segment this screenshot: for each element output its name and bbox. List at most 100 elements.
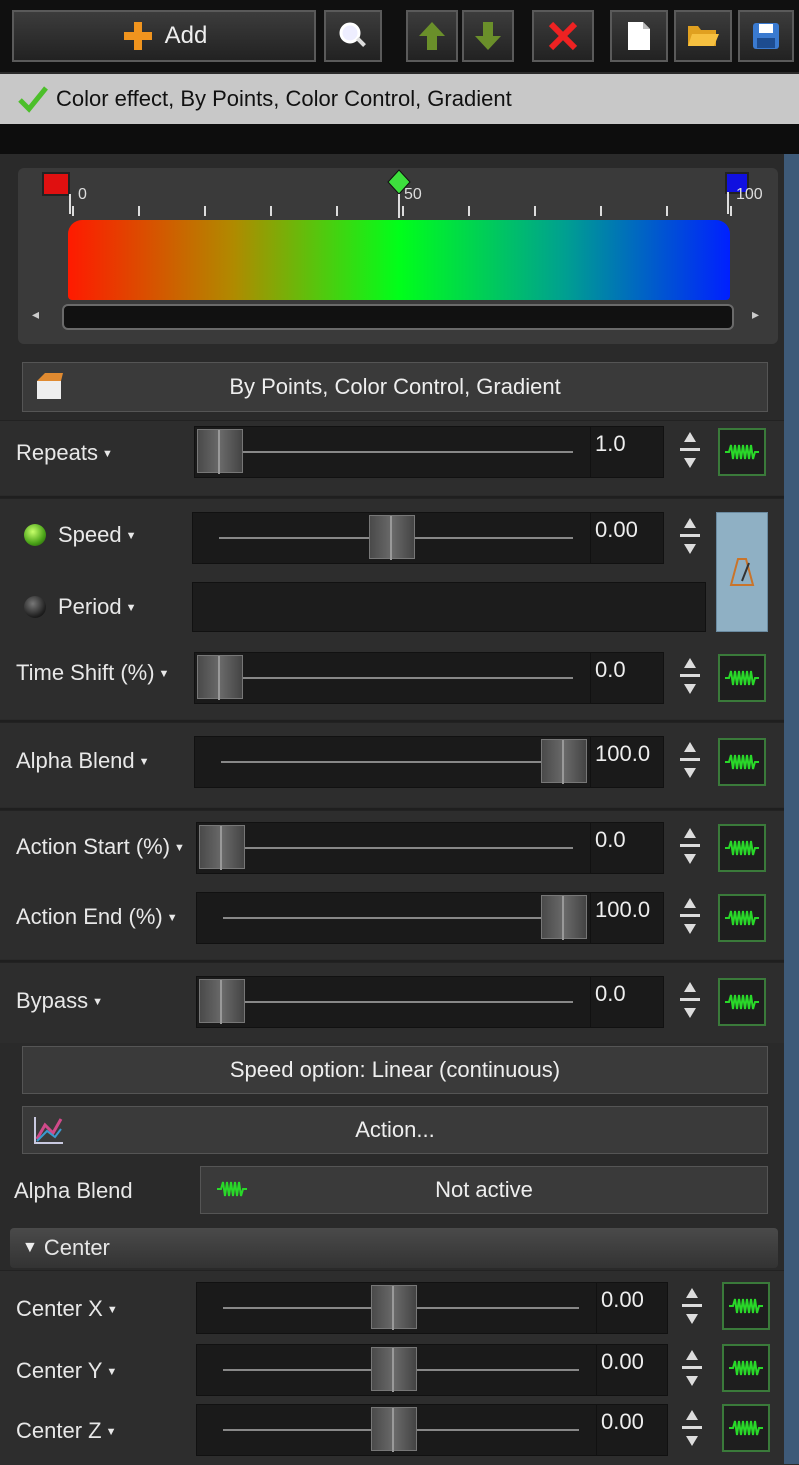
action-end-spinner[interactable] — [676, 896, 704, 936]
metronome-button[interactable] — [716, 512, 768, 632]
slider-thumb[interactable] — [199, 979, 245, 1024]
dropdown-caret-icon: ▼ — [174, 842, 185, 855]
slider-thumb[interactable] — [199, 825, 245, 870]
arrow-down-icon — [475, 22, 501, 50]
action-end-value-box[interactable]: 100.0 — [590, 892, 664, 944]
slider-thumb[interactable] — [371, 1347, 417, 1392]
scroll-left-icon[interactable]: ◂ — [32, 306, 39, 323]
repeats-slider[interactable] — [194, 426, 592, 478]
delete-button[interactable] — [532, 10, 594, 62]
period-label[interactable]: Period ▼ — [58, 594, 136, 620]
period-radio[interactable] — [24, 596, 46, 618]
alpha-blend-status-label: Alpha Blend — [14, 1178, 133, 1203]
center-z-spinner[interactable] — [678, 1408, 706, 1448]
center-y-slider[interactable] — [196, 1344, 598, 1396]
speed-label[interactable]: Speed ▼ — [58, 522, 137, 548]
time-shift-slider[interactable] — [194, 652, 592, 704]
center-section-header[interactable]: ▼ Center — [10, 1228, 778, 1268]
toolbar: Add — [0, 0, 799, 72]
slider-thumb[interactable] — [371, 1407, 417, 1452]
time-shift-label[interactable]: Time Shift (%) ▼ — [16, 660, 169, 686]
repeats-value-box[interactable]: 1.0 — [590, 426, 664, 478]
speed-spinner[interactable] — [676, 516, 704, 556]
gradient-scrollbar[interactable] — [62, 304, 734, 330]
repeats-graph-button[interactable] — [718, 428, 766, 476]
alpha-blend-value-box[interactable]: 100.0 — [590, 736, 664, 788]
color-stop-red[interactable] — [40, 170, 74, 214]
alpha-blend-graph-button[interactable] — [718, 738, 766, 786]
center-z-slider[interactable] — [196, 1404, 598, 1456]
mode-button[interactable]: By Points, Color Control, Gradient — [22, 362, 768, 412]
center-z-label[interactable]: Center Z ▼ — [16, 1418, 116, 1444]
action-end-slider[interactable] — [196, 892, 592, 944]
center-x-label[interactable]: Center X ▼ — [16, 1296, 118, 1322]
new-file-icon — [628, 22, 650, 50]
speed-radio[interactable] — [24, 524, 46, 546]
repeats-spinner[interactable] — [676, 430, 704, 470]
delete-icon — [548, 21, 578, 51]
center-z-value-box[interactable]: 0.00 — [596, 1404, 668, 1456]
center-y-label[interactable]: Center Y ▼ — [16, 1358, 117, 1384]
bypass-slider[interactable] — [196, 976, 592, 1028]
bypass-graph-button[interactable] — [718, 978, 766, 1026]
action-start-value: 0.0 — [595, 827, 626, 852]
center-y-spinner[interactable] — [678, 1348, 706, 1388]
center-y-value-box[interactable]: 0.00 — [596, 1344, 668, 1396]
center-y-graph-button[interactable] — [722, 1344, 770, 1392]
mode-icon — [37, 373, 63, 399]
add-button[interactable]: Add — [12, 10, 316, 62]
bypass-value-box[interactable]: 0.0 — [590, 976, 664, 1028]
dropdown-caret-icon: ▼ — [105, 1426, 117, 1439]
repeats-label[interactable]: Repeats ▼ — [16, 440, 113, 466]
slider-thumb[interactable] — [371, 1285, 417, 1330]
action-end-label[interactable]: Action End (%) ▼ — [16, 904, 178, 930]
tick-label-0: 0 — [78, 186, 87, 203]
center-x-value-box[interactable]: 0.00 — [596, 1282, 668, 1334]
action-start-spinner[interactable] — [676, 826, 704, 866]
bypass-spinner[interactable] — [676, 980, 704, 1020]
search-icon — [339, 22, 366, 47]
move-up-button[interactable] — [406, 10, 458, 62]
check-icon — [18, 86, 48, 113]
mode-label: By Points, Color Control, Gradient — [229, 374, 561, 399]
center-z-graph-button[interactable] — [722, 1404, 770, 1452]
speed-value: 0.00 — [595, 517, 638, 542]
bypass-label[interactable]: Bypass ▼ — [16, 988, 103, 1014]
open-folder-icon — [688, 26, 719, 46]
alpha-blend-label[interactable]: Alpha Blend ▼ — [16, 748, 150, 774]
action-button[interactable]: Action... — [22, 1106, 768, 1154]
slider-thumb[interactable] — [369, 515, 415, 560]
action-label: Action... — [355, 1117, 435, 1142]
period-field[interactable] — [192, 582, 706, 632]
search-button[interactable] — [324, 10, 382, 62]
alpha-blend-status-button[interactable]: Not active — [200, 1166, 768, 1214]
collapse-triangle-icon: ▼ — [22, 1239, 38, 1256]
action-start-value-box[interactable]: 0.0 — [590, 822, 664, 874]
gradient-bar[interactable] — [68, 220, 730, 300]
action-start-graph-button[interactable] — [718, 824, 766, 872]
speed-slider[interactable] — [192, 512, 592, 564]
time-shift-graph-button[interactable] — [718, 654, 766, 702]
save-button[interactable] — [738, 10, 794, 62]
speed-value-box[interactable]: 0.00 — [590, 512, 664, 564]
speed-option-button[interactable]: Speed option: Linear (continuous) — [22, 1046, 768, 1094]
time-shift-value-box[interactable]: 0.0 — [590, 652, 664, 704]
center-x-slider[interactable] — [196, 1282, 598, 1334]
action-start-label[interactable]: Action Start (%) ▼ — [16, 834, 185, 860]
alpha-blend-spinner[interactable] — [676, 740, 704, 780]
open-folder-button[interactable] — [674, 10, 732, 62]
action-end-graph-button[interactable] — [718, 894, 766, 942]
new-file-button[interactable] — [610, 10, 668, 62]
slider-thumb[interactable] — [197, 429, 243, 474]
alpha-blend-slider[interactable] — [194, 736, 592, 788]
slider-thumb[interactable] — [541, 739, 587, 784]
slider-thumb[interactable] — [541, 895, 587, 940]
center-x-spinner[interactable] — [678, 1286, 706, 1326]
slider-thumb[interactable] — [197, 655, 243, 700]
action-start-slider[interactable] — [196, 822, 592, 874]
time-shift-spinner[interactable] — [676, 656, 704, 696]
center-x-graph-button[interactable] — [722, 1282, 770, 1330]
scroll-right-icon[interactable]: ▸ — [752, 306, 759, 323]
dropdown-caret-icon: ▼ — [125, 602, 137, 615]
move-down-button[interactable] — [462, 10, 514, 62]
